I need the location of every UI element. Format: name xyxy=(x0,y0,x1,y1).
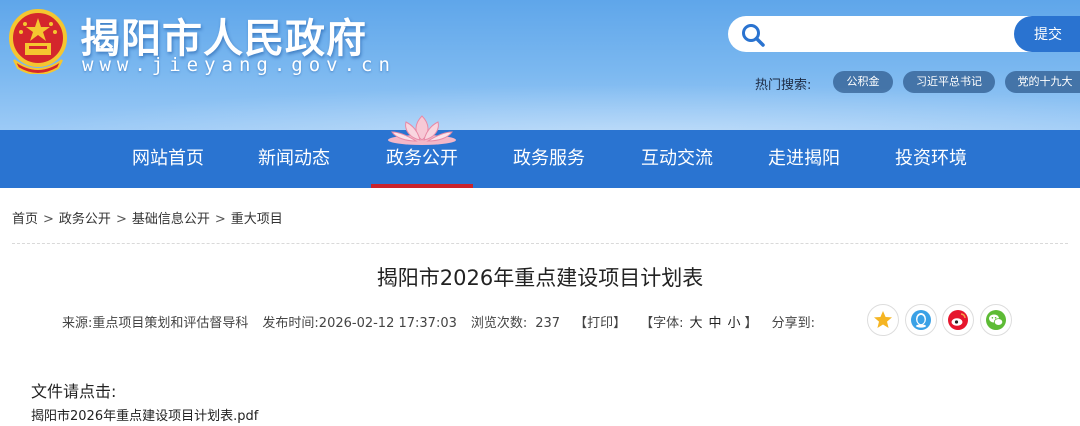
breadcrumb-item-major-projects[interactable]: 重大项目 xyxy=(231,208,283,227)
qq-icon xyxy=(911,310,931,330)
breadcrumb-separator: > xyxy=(115,212,127,227)
article-meta: 来源:重点项目策划和评估督导科 发布时间:2026-02-12 17:37:03 浏… xyxy=(62,312,815,331)
font-size-close: 】 xyxy=(744,316,758,331)
nav-item-investment[interactable]: 投资环境 xyxy=(876,130,986,188)
breadcrumb: 首页 > 政务公开 > 基础信息公开 > 重大项目 xyxy=(12,208,283,227)
main-nav: 网站首页 新闻动态 政务公开 政务服务 互动交流 走进揭阳 投资环境 xyxy=(0,130,1080,188)
share-wechat-button[interactable] xyxy=(980,304,1012,336)
wechat-icon xyxy=(986,310,1006,330)
views-count: 237 xyxy=(535,316,561,331)
source-value: 重点项目策划和评估督导科 xyxy=(92,316,249,331)
hot-search-tag[interactable]: 公积金 xyxy=(833,71,893,93)
article-title: 揭阳市2026年重点建设项目计划表 xyxy=(376,266,704,290)
share-label: 分享到: xyxy=(771,316,815,331)
nav-item-interaction[interactable]: 互动交流 xyxy=(622,130,732,188)
source-label: 来源: xyxy=(62,316,93,331)
nav-item-home[interactable]: 网站首页 xyxy=(113,130,223,188)
share-qzone-button[interactable] xyxy=(867,304,899,336)
search-input[interactable] xyxy=(774,20,1010,48)
search-submit-button[interactable]: 提交 xyxy=(1014,16,1080,52)
files-label: 文件请点击: xyxy=(31,382,117,401)
site-url: www.jieyang.gov.cn xyxy=(82,54,396,76)
divider xyxy=(12,243,1068,244)
weibo-icon xyxy=(948,310,968,330)
nav-item-news[interactable]: 新闻动态 xyxy=(239,130,349,188)
national-emblem-icon[interactable] xyxy=(8,8,68,74)
breadcrumb-item-home[interactable]: 首页 xyxy=(12,208,38,227)
font-size-large[interactable]: 大 xyxy=(690,312,703,331)
font-size-label: 【字体: xyxy=(640,316,684,331)
print-link[interactable]: 【打印】 xyxy=(574,312,626,331)
lotus-icon xyxy=(388,115,456,145)
hot-search-tag[interactable]: 习近平总书记 xyxy=(903,71,995,93)
hot-search-label: 热门搜索: xyxy=(755,78,812,93)
publish-time-label: 发布时间: xyxy=(262,316,319,331)
breadcrumb-separator: > xyxy=(43,212,54,227)
share-weibo-button[interactable] xyxy=(942,304,974,336)
share-qq-button[interactable] xyxy=(905,304,937,336)
nav-item-about-jieyang[interactable]: 走进揭阳 xyxy=(749,130,859,188)
hot-search-tag[interactable]: 党的十九大 xyxy=(1005,71,1080,93)
breadcrumb-item-gov-affairs-open[interactable]: 政务公开 xyxy=(59,208,111,227)
views-label: 浏览次数: xyxy=(470,316,528,331)
site-header: 揭阳市人民政府 www.jieyang.gov.cn 提交 热门搜索: 公积金 … xyxy=(0,0,1080,130)
font-size-small[interactable]: 小 xyxy=(728,312,741,331)
breadcrumb-separator: > xyxy=(214,212,226,227)
nav-item-gov-services[interactable]: 政务服务 xyxy=(494,130,604,188)
font-size-medium[interactable]: 中 xyxy=(709,312,722,331)
publish-time-value: 2026-02-12 17:37:03 xyxy=(318,316,457,331)
breadcrumb-item-basic-info[interactable]: 基础信息公开 xyxy=(132,208,210,227)
qzone-star-icon xyxy=(874,311,892,328)
pdf-file-link[interactable]: 揭阳市2026年重点建设项目计划表.pdf xyxy=(31,405,258,424)
search-icon[interactable] xyxy=(740,22,766,48)
